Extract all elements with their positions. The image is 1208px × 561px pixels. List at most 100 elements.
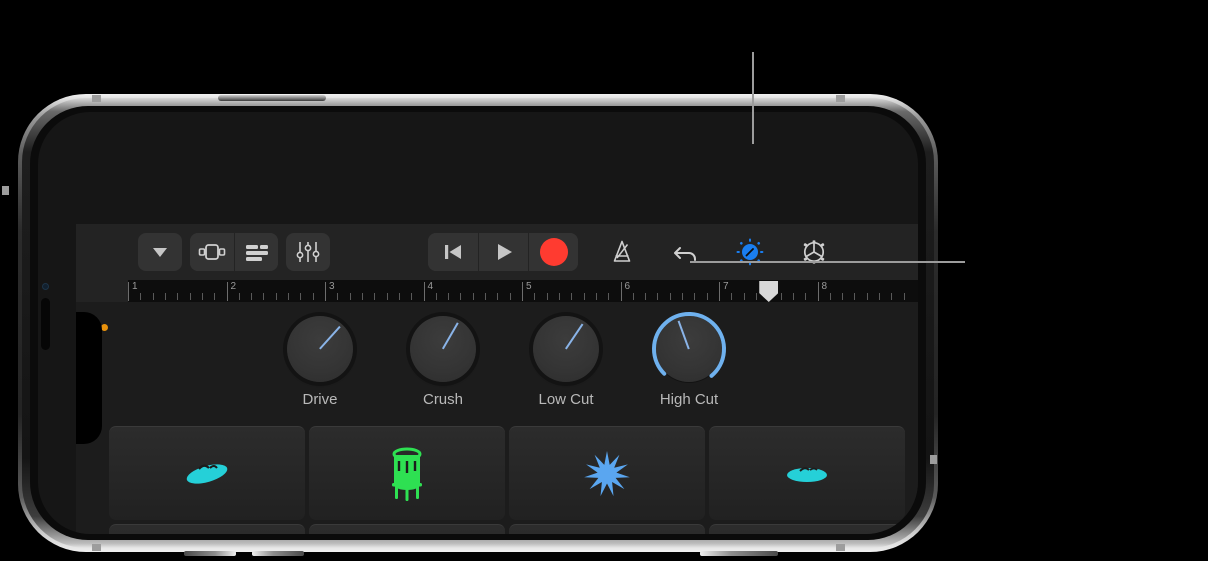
ruler-tick: [152, 293, 154, 300]
ruler-tick: [497, 293, 499, 300]
drive-knob[interactable]: [287, 316, 353, 382]
track-view-icon: [198, 244, 226, 260]
my-songs-button[interactable]: [138, 233, 182, 271]
ruler-tick: [386, 293, 388, 300]
phone-screen: 12345678 + DriveCrushLow CutHigh Cut: [38, 112, 918, 534]
ruler-tick: [300, 293, 302, 300]
undo-button[interactable]: [665, 233, 707, 271]
earpiece-speaker: [218, 95, 326, 101]
ruler-tick: [903, 293, 905, 300]
ruler-tick: [251, 293, 253, 300]
effect-knob-row: Drive Crush Low Cut High Cut: [76, 302, 918, 426]
antenna-line-bottom-left: [92, 544, 101, 551]
mixer-button[interactable]: [286, 233, 330, 271]
antenna-line-top-left: [92, 95, 101, 102]
ruler-tick: [743, 293, 745, 300]
ruler-bar-mark: [620, 282, 622, 301]
drive-knob-label: Drive: [302, 391, 338, 408]
playhead[interactable]: [759, 281, 779, 302]
ruler-tick: [177, 293, 179, 300]
drive-knob-cell: Drive: [260, 316, 380, 408]
ruler-tick: [645, 293, 647, 300]
ruler-tick: [608, 293, 610, 300]
ruler-tick: [472, 293, 474, 300]
transport-controls: [428, 233, 578, 271]
record-button[interactable]: [528, 233, 578, 271]
loop-browser-icon: [245, 245, 268, 261]
ruler-tick: [485, 293, 487, 300]
play-icon: [497, 244, 512, 260]
ruler-tick: [558, 293, 560, 300]
pad-row: [76, 426, 905, 520]
metronome-icon: [613, 240, 631, 262]
ruler-bar-mark: [423, 282, 425, 301]
ruler-tick: [189, 293, 191, 300]
ruler-tick: [263, 293, 265, 300]
track-controls-button[interactable]: [729, 233, 771, 271]
ruler-tick: [411, 293, 413, 300]
power-button[interactable]: [700, 551, 778, 556]
pad-clap-burst[interactable]: [509, 426, 705, 520]
volume-down-button[interactable]: [252, 551, 304, 556]
ruler-tick: [214, 293, 216, 300]
pad-gong[interactable]: [109, 524, 305, 534]
ruler-bar-number: 8: [821, 281, 828, 292]
high-cut-knob[interactable]: [652, 312, 726, 382]
play-button[interactable]: [478, 233, 528, 271]
flat-cymbal-icon: [787, 466, 827, 482]
ruler-tick: [694, 293, 696, 300]
ruler-tick: [435, 293, 437, 300]
high-cut-knob-cell: High Cut: [629, 312, 749, 408]
timeline-ruler[interactable]: 12345678 +: [76, 280, 918, 302]
pad-hihat-closed[interactable]: [509, 524, 705, 534]
pad-row: [76, 524, 905, 534]
rewind-button[interactable]: [428, 233, 478, 271]
ruler-bar-mark: [522, 282, 523, 301]
low-cut-knob[interactable]: [533, 316, 599, 382]
ruler-tick: [780, 293, 782, 300]
low-cut-knob-label: Low Cut: [538, 391, 594, 408]
callout-track-controls-line: [752, 52, 754, 144]
metronome-button[interactable]: [601, 233, 643, 271]
callout-high-cut-line: [690, 261, 965, 263]
settings-button[interactable]: [793, 233, 835, 271]
ruler-tick: [374, 293, 376, 300]
pad-crash-cymbal[interactable]: [109, 426, 305, 520]
pad-conga[interactable]: [309, 426, 505, 520]
ruler-bar-mark: [325, 282, 326, 301]
ruler-tick: [792, 293, 794, 300]
pad-hihat-open[interactable]: [709, 524, 905, 534]
ruler-tick: [349, 293, 351, 300]
ruler-tick: [879, 293, 881, 300]
record-icon: [539, 238, 568, 266]
ruler-tick: [632, 293, 634, 300]
ruler-tick: [288, 293, 290, 300]
ruler-tick: [201, 293, 203, 300]
ruler-bar-mark: [226, 282, 228, 301]
knob-pointer: [565, 323, 584, 350]
instrument-area: Drive Crush Low Cut High Cut: [76, 302, 918, 534]
notch-speaker-dot: [42, 283, 49, 290]
ruler-tick: [238, 293, 240, 300]
ruler-bar-number: 4: [427, 281, 434, 292]
toolbar-right-group: [601, 233, 835, 271]
crush-knob[interactable]: [410, 316, 476, 382]
ruler-tick: [448, 293, 450, 300]
ruler-tick: [398, 293, 400, 300]
ruler-tick: [731, 293, 733, 300]
notch-camera: [41, 298, 50, 350]
ruler-bar-number: 3: [329, 281, 335, 292]
ruler-tick: [829, 293, 831, 300]
volume-up-button[interactable]: [184, 551, 236, 556]
loop-browser-button[interactable]: [234, 233, 278, 271]
track-view-button[interactable]: [190, 233, 234, 271]
knob-pointer: [319, 326, 341, 350]
ruler-tick: [891, 293, 893, 300]
ruler-track[interactable]: 1 2 3 4 5 6 7 8: [128, 280, 918, 302]
ruler-bar-number: 2: [230, 281, 237, 292]
pad-maraca[interactable]: [309, 524, 505, 534]
toolbar-transport-group: [428, 233, 578, 271]
pad-ride-cymbal[interactable]: [709, 426, 905, 520]
ruler-head-spacer: [76, 280, 128, 302]
starburst-icon: [584, 450, 630, 496]
